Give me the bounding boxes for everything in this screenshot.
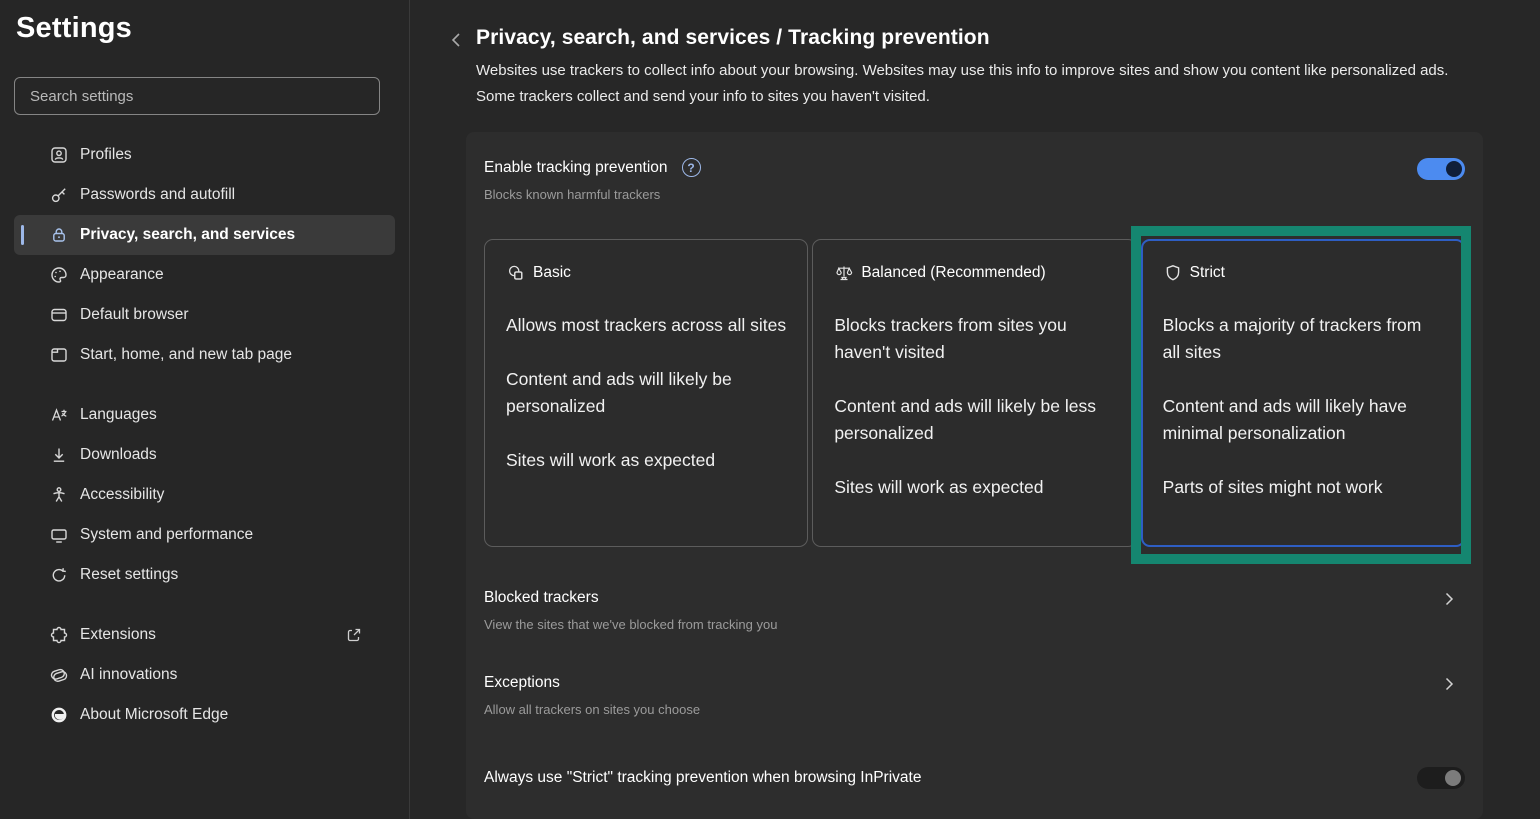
- basic-card-title: Basic: [533, 264, 571, 282]
- sidebar-item-extensions[interactable]: Extensions: [14, 615, 395, 655]
- sidebar-item-reset[interactable]: Reset settings: [14, 555, 395, 595]
- settings-title: Settings: [14, 12, 395, 45]
- balanced-card-title: Balanced (Recommended): [861, 264, 1045, 282]
- external-link-icon: [345, 626, 363, 644]
- balanced-line: Sites will work as expected: [834, 474, 1114, 501]
- sidebar-nav: Profiles Passwords and autofill Privacy,…: [14, 135, 395, 735]
- tab-page-icon: [48, 344, 70, 366]
- page-description: Websites use trackers to collect info ab…: [476, 58, 1476, 110]
- balanced-line: Content and ads will likely be less pers…: [834, 393, 1114, 447]
- sidebar-item-downloads[interactable]: Downloads: [14, 435, 395, 475]
- basic-icon: [506, 263, 526, 283]
- sidebar-item-system[interactable]: System and performance: [14, 515, 395, 555]
- blocked-trackers-label: Blocked trackers: [484, 589, 1425, 607]
- exceptions-sublabel: Allow all trackers on sites you choose: [484, 702, 1425, 717]
- settings-sidebar: Settings Profiles Passwords and autofill: [0, 0, 410, 819]
- key-icon: [48, 184, 70, 206]
- balanced-scales-icon: [834, 263, 854, 283]
- strict-line: Blocks a majority of trackers from all s…: [1163, 312, 1443, 366]
- back-button[interactable]: [448, 29, 464, 51]
- sidebar-item-languages[interactable]: Languages: [14, 395, 395, 435]
- inprivate-strict-row: Always use "Strict" tracking prevention …: [484, 767, 1465, 793]
- download-icon: [48, 444, 70, 466]
- enable-tracking-sublabel: Blocks known harmful trackers: [484, 187, 701, 202]
- sidebar-item-ai-innovations[interactable]: AI innovations: [14, 655, 395, 695]
- search-settings-input[interactable]: [14, 77, 380, 115]
- lock-icon: [48, 224, 70, 246]
- breadcrumb-title: Privacy, search, and services / Tracking…: [476, 26, 990, 50]
- extensions-icon: [48, 624, 70, 646]
- strict-shield-icon: [1163, 263, 1183, 283]
- balanced-line: Blocks trackers from sites you haven't v…: [834, 312, 1114, 366]
- basic-line: Content and ads will likely be personali…: [506, 366, 786, 420]
- sidebar-item-label: Passwords and autofill: [80, 186, 235, 204]
- blocked-trackers-sublabel: View the sites that we've blocked from t…: [484, 617, 1425, 632]
- sidebar-item-label: System and performance: [80, 526, 253, 544]
- tracking-level-cards: Basic Allows most trackers across all si…: [484, 239, 1465, 547]
- basic-line: Allows most trackers across all sites: [506, 312, 786, 339]
- selection-accent-bar: [21, 225, 24, 245]
- basic-line: Sites will work as expected: [506, 447, 786, 474]
- toggle-knob: [1445, 770, 1461, 786]
- sidebar-item-label: Downloads: [80, 446, 157, 464]
- sidebar-item-default-browser[interactable]: Default browser: [14, 295, 395, 335]
- blocked-trackers-row[interactable]: Blocked trackers View the sites that we'…: [484, 589, 1465, 632]
- edge-settings-window: Settings Profiles Passwords and autofill: [0, 0, 1540, 819]
- sidebar-item-label: Accessibility: [80, 486, 164, 504]
- sidebar-item-label: Profiles: [80, 146, 132, 164]
- settings-main: Privacy, search, and services / Tracking…: [410, 0, 1540, 819]
- search-settings: [14, 77, 395, 115]
- sidebar-item-start-home[interactable]: Start, home, and new tab page: [14, 335, 395, 375]
- enable-tracking-label: Enable tracking prevention: [484, 159, 668, 177]
- inprivate-strict-toggle[interactable]: [1417, 767, 1465, 789]
- strict-line: Content and ads will likely have minimal…: [1163, 393, 1443, 447]
- sidebar-item-passwords[interactable]: Passwords and autofill: [14, 175, 395, 215]
- inprivate-strict-label: Always use "Strict" tracking prevention …: [484, 769, 921, 787]
- sidebar-item-profiles[interactable]: Profiles: [14, 135, 395, 175]
- sidebar-item-label: Reset settings: [80, 566, 178, 584]
- sidebar-item-label: Extensions: [80, 626, 156, 644]
- sidebar-item-label: Languages: [80, 406, 157, 424]
- balanced-card[interactable]: Balanced (Recommended) Blocks trackers f…: [812, 239, 1136, 547]
- sidebar-item-appearance[interactable]: Appearance: [14, 255, 395, 295]
- translate-icon: [48, 404, 70, 426]
- strict-card[interactable]: Strict Blocks a majority of trackers fro…: [1141, 239, 1465, 547]
- sidebar-item-label: Appearance: [80, 266, 164, 284]
- enable-tracking-text: Enable tracking prevention ? Blocks know…: [484, 158, 701, 202]
- profiles-icon: [48, 144, 70, 166]
- strict-line: Parts of sites might not work: [1163, 474, 1443, 501]
- exceptions-row[interactable]: Exceptions Allow all trackers on sites y…: [484, 674, 1465, 717]
- edge-logo-icon: [48, 704, 70, 726]
- toggle-knob: [1446, 161, 1462, 177]
- basic-card[interactable]: Basic Allows most trackers across all si…: [484, 239, 808, 547]
- enable-tracking-row: Enable tracking prevention ? Blocks know…: [484, 158, 1465, 202]
- enable-tracking-toggle[interactable]: [1417, 158, 1465, 180]
- sidebar-item-privacy[interactable]: Privacy, search, and services: [14, 215, 395, 255]
- copilot-icon: [48, 664, 70, 686]
- exceptions-label: Exceptions: [484, 674, 1425, 692]
- palette-icon: [48, 264, 70, 286]
- sidebar-item-label: Privacy, search, and services: [80, 226, 295, 244]
- strict-card-title: Strict: [1190, 264, 1225, 282]
- monitor-icon: [48, 524, 70, 546]
- sidebar-item-label: Start, home, and new tab page: [80, 346, 292, 364]
- chevron-right-icon: [1441, 591, 1457, 607]
- sidebar-item-about[interactable]: About Microsoft Edge: [14, 695, 395, 735]
- help-icon[interactable]: ?: [682, 158, 701, 177]
- tracking-prevention-panel: Enable tracking prevention ? Blocks know…: [466, 132, 1483, 819]
- sidebar-item-accessibility[interactable]: Accessibility: [14, 475, 395, 515]
- sidebar-item-label: Default browser: [80, 306, 189, 324]
- sidebar-item-label: AI innovations: [80, 666, 177, 684]
- browser-window-icon: [48, 304, 70, 326]
- sidebar-item-label: About Microsoft Edge: [80, 706, 228, 724]
- chevron-right-icon: [1441, 676, 1457, 692]
- reset-icon: [48, 564, 70, 586]
- accessibility-icon: [48, 484, 70, 506]
